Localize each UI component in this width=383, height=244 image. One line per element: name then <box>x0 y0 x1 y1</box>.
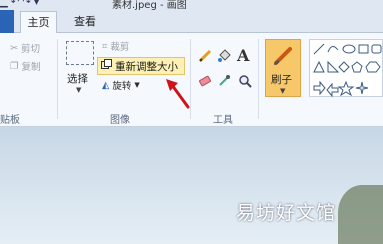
crop-button[interactable]: ⌗ 裁剪 <box>102 39 130 54</box>
resize-icon <box>101 59 112 73</box>
color-picker-icon[interactable] <box>216 73 232 89</box>
pencil-icon[interactable] <box>197 48 213 64</box>
copy-button[interactable]: ❐ 复制 <box>10 59 41 74</box>
chevron-down-icon[interactable]: ▼ <box>76 86 81 94</box>
ribbon: ✂ 剪切 ❐ 复制 剪贴板 选择 ▼ ⌗ 裁剪 重新调整大小 ◭ 旋转 ▼ 图像… <box>0 33 383 127</box>
rotate-label: 旋转 <box>112 81 132 92</box>
copy-label: 复制 <box>21 62 41 73</box>
crop-label: 裁剪 <box>110 42 130 53</box>
ribbon-tabs: 主页 查看 <box>0 10 383 34</box>
tools-group-label: 工具 <box>213 115 233 126</box>
brush-icon <box>274 47 292 65</box>
quick-access-toolbar[interactable]: ▁ ↶ ↷ ▾ <box>0 0 39 8</box>
shapes-gallery[interactable] <box>309 39 383 98</box>
resize-label: 重新调整大小 <box>115 60 178 73</box>
text-tool-icon[interactable]: A <box>237 46 249 65</box>
separator <box>57 39 58 119</box>
resize-button[interactable]: 重新调整大小 <box>97 57 185 75</box>
image-canvas[interactable]: 易坊好文馆 <box>0 127 383 244</box>
tab-view[interactable]: 查看 <box>70 11 100 34</box>
annotation-arrow-icon <box>166 79 190 109</box>
shapes-icon <box>313 43 382 98</box>
scissors-icon: ✂ <box>10 42 18 54</box>
clipboard-group-label: 剪贴板 <box>0 115 20 126</box>
image-content <box>338 185 383 244</box>
tab-home[interactable]: 主页 <box>20 11 57 34</box>
watermark-text: 易坊好文馆 <box>236 202 337 224</box>
rotate-icon: ◭ <box>102 79 110 91</box>
rotate-button[interactable]: ◭ 旋转 ▼ <box>102 78 140 93</box>
chevron-down-icon: ▼ <box>280 87 286 95</box>
separator <box>258 39 259 119</box>
cut-label: 剪切 <box>20 44 40 55</box>
title-bar: ▁ ↶ ↷ ▾ 素材.jpeg - 画图 <box>0 0 383 10</box>
fill-bucket-icon[interactable] <box>216 48 232 64</box>
cut-button[interactable]: ✂ 剪切 <box>10 41 40 56</box>
chevron-down-icon: ▼ <box>134 81 140 89</box>
copy-icon: ❐ <box>10 60 19 72</box>
window-title: 素材.jpeg - 画图 <box>112 0 187 10</box>
brush-label: 刷子 <box>271 74 292 86</box>
file-menu-button[interactable] <box>0 10 14 33</box>
crop-icon: ⌗ <box>102 40 108 52</box>
image-group-label: 图像 <box>110 115 130 126</box>
eraser-icon[interactable] <box>197 73 213 89</box>
select-button[interactable] <box>66 41 94 65</box>
select-label: 选择 <box>67 73 88 85</box>
magnifier-icon[interactable] <box>237 73 253 89</box>
